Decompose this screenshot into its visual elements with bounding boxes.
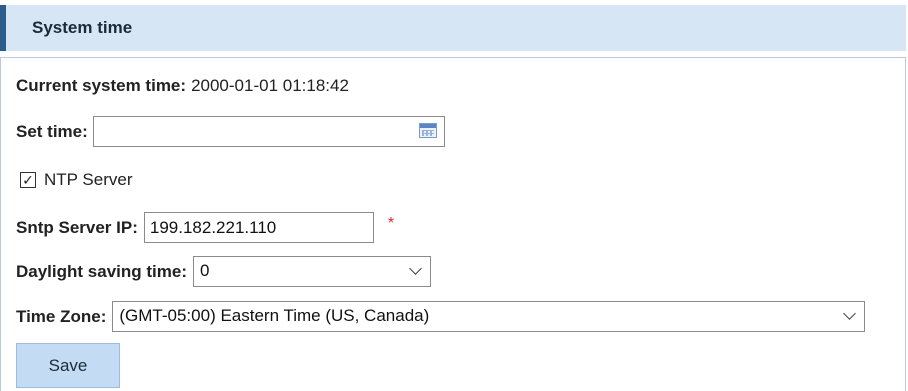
current-time-row: Current system time: 2000-01-01 01:18:42: [16, 76, 349, 96]
current-time-label: Current system time:: [16, 76, 187, 95]
timezone-label: Time Zone:: [16, 306, 107, 326]
daylight-row: Daylight saving time: 0: [16, 256, 431, 287]
required-marker: *: [387, 214, 395, 232]
ntp-row: ✓ NTP Server: [20, 170, 133, 190]
section-title: System time: [32, 18, 133, 37]
timezone-select[interactable]: (GMT-05:00) Eastern Time (US, Canada): [112, 301, 866, 332]
timezone-row: Time Zone: (GMT-05:00) Eastern Time (US,…: [16, 301, 866, 332]
save-button[interactable]: Save: [16, 343, 120, 388]
daylight-select[interactable]: 0: [192, 256, 431, 287]
set-time-row: Set time:: [16, 116, 445, 147]
calendar-icon[interactable]: [418, 123, 437, 138]
chevron-down-icon: [409, 262, 422, 275]
daylight-selected-value: 0: [199, 261, 210, 280]
set-time-input[interactable]: [92, 116, 445, 147]
sntp-label: Sntp Server IP:: [16, 217, 138, 237]
ntp-label: NTP Server: [44, 170, 133, 189]
section-header: System time: [0, 5, 906, 51]
timezone-selected-value: (GMT-05:00) Eastern Time (US, Canada): [119, 306, 430, 325]
ntp-checkbox[interactable]: ✓: [20, 172, 36, 188]
chevron-down-icon: [843, 307, 857, 320]
current-time-value: 2000-01-01 01:18:42: [191, 76, 349, 95]
set-time-field-wrap: [92, 116, 445, 147]
sntp-row: Sntp Server IP: *: [16, 212, 394, 243]
daylight-label: Daylight saving time:: [16, 261, 187, 281]
set-time-label: Set time:: [16, 121, 88, 141]
sntp-server-ip-input[interactable]: [143, 212, 374, 243]
